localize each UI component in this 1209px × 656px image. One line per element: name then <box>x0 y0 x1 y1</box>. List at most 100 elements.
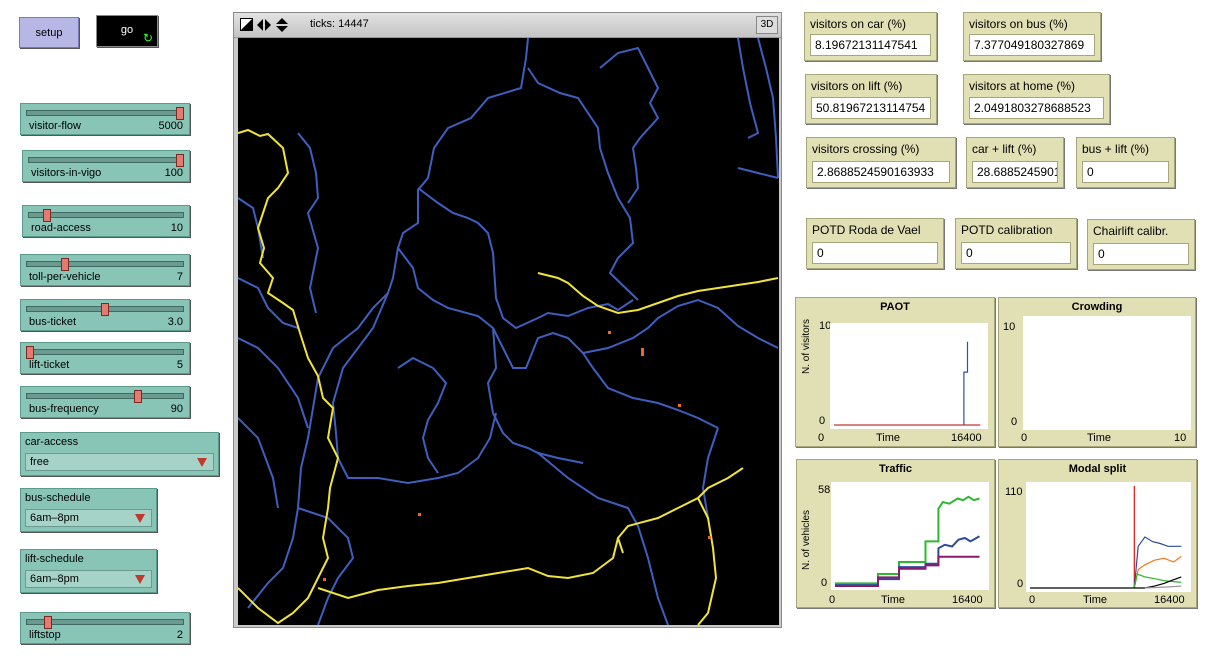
view-toolbar: ticks: 14447 3D <box>234 13 781 38</box>
plot-ymin: 0 <box>1017 578 1024 590</box>
plot-xmax: 16400 <box>951 432 982 444</box>
plot-xlabel: Time <box>1087 432 1112 444</box>
slider-value: 7 <box>176 271 183 283</box>
slider-visitor-flow[interactable]: visitor-flow 5000 <box>20 103 190 135</box>
plot-ymin: 0 <box>821 577 828 589</box>
monitor-value-box: 0 <box>1082 161 1169 183</box>
plot-xmin: 0 <box>1021 432 1028 444</box>
monitor-value-box: 0 <box>812 242 938 264</box>
monitor-value: 0 <box>817 246 824 260</box>
monitor-label: car + lift (%) <box>972 142 1037 156</box>
slider-value: 5000 <box>158 120 183 132</box>
slider-knob[interactable] <box>44 616 52 629</box>
forever-icon: ↻ <box>142 31 153 45</box>
ticks-counter: ticks: 14447 <box>310 18 369 30</box>
slider-label: bus-ticket <box>29 316 77 328</box>
monitor-value-box: 8.19672131147541 <box>810 34 931 56</box>
plot-crowding: Crowding 10 0 0 Time 10 <box>998 297 1196 447</box>
slider-knob[interactable] <box>60 258 69 271</box>
slider-lift-ticket[interactable]: lift-ticket 5 <box>20 342 190 374</box>
monitor-value: 28.68852459016393 <box>977 165 1057 179</box>
slider-value: 3.0 <box>167 316 183 328</box>
slider-knob[interactable] <box>42 209 51 222</box>
slider-label: lift-ticket <box>29 359 70 371</box>
setup-button[interactable]: setup <box>19 17 79 48</box>
slider-track <box>26 261 184 267</box>
plot-xmax: 16400 <box>1154 594 1185 606</box>
chooser-label: car-access <box>25 436 79 448</box>
slider-visitors-in-vigo[interactable]: visitors-in-vigo 100 <box>22 150 190 182</box>
plot-series-line <box>963 341 969 425</box>
plot-xmin: 0 <box>829 594 836 606</box>
chooser-select[interactable]: 6am–8pm <box>25 570 152 588</box>
world-map[interactable] <box>238 38 779 625</box>
chooser-select[interactable]: 6am–8pm <box>25 509 152 527</box>
monitor-label: visitors at home (%) <box>969 79 1076 93</box>
monitor-label: POTD Roda de Vael <box>812 223 921 237</box>
chooser-car-access[interactable]: car-access free <box>20 432 219 476</box>
plot-xlabel: Time <box>881 594 906 606</box>
chooser-label: bus-schedule <box>25 492 91 504</box>
slider-track <box>26 393 184 399</box>
chooser-lift-schedule[interactable]: lift-schedule 6am–8pm <box>20 549 157 593</box>
monitor-label: visitors on bus (%) <box>969 17 1068 31</box>
monitor-value: 50.81967213114754 <box>816 101 926 115</box>
slider-bus-ticket[interactable]: bus-ticket 3.0 <box>20 299 190 331</box>
slider-knob[interactable] <box>26 346 34 359</box>
plot-series-line <box>835 535 980 587</box>
slider-liftstop[interactable]: liftstop 2 <box>20 612 190 644</box>
monitor-bus-plus-lift: bus + lift (%) 0 <box>1076 137 1175 188</box>
monitor-value-box: 0 <box>961 242 1071 264</box>
monitor-value: 2.8688524590163933 <box>817 165 934 179</box>
slider-track <box>28 212 184 218</box>
chooser-value: 6am–8pm <box>30 573 79 585</box>
go-button[interactable]: go ↻ <box>96 15 158 47</box>
chooser-bus-schedule[interactable]: bus-schedule 6am–8pm <box>20 488 157 532</box>
monitor-value-box: 2.8688524590163933 <box>812 161 950 183</box>
view-controls-icon[interactable] <box>240 18 292 32</box>
monitor-value-box: 2.0491803278688523 <box>969 97 1104 119</box>
monitor-value: 2.0491803278688523 <box>974 101 1091 115</box>
plot-traffic: Traffic 58.3 0 N. of vehicles 0 Time 164… <box>796 459 995 608</box>
plot-ylabel: N. of visitors <box>801 318 812 374</box>
monitor-label: Chairlift calibr. <box>1093 224 1169 238</box>
3d-button[interactable]: 3D <box>756 16 778 34</box>
monitor-value: 0 <box>1098 247 1105 261</box>
setup-button-label: setup <box>35 27 63 39</box>
world-view-window: ticks: 14447 3D <box>233 12 782 628</box>
slider-label: road-access <box>31 222 91 234</box>
slider-value: 100 <box>164 167 183 179</box>
chooser-value: free <box>30 456 49 468</box>
plot-title: Crowding <box>1071 301 1123 313</box>
monitor-potd-calibration: POTD calibration 0 <box>955 218 1077 269</box>
plot-ymax: 110 <box>1005 486 1023 498</box>
slider-track <box>28 157 184 163</box>
plot-area <box>1026 482 1191 592</box>
slider-bus-frequency[interactable]: bus-frequency 90 <box>20 386 190 418</box>
plot-modal-split: Modal split 110 0 0 Time 16400 <box>998 459 1197 608</box>
monitor-visitors-on-car: visitors on car (%) 8.19672131147541 <box>804 12 937 61</box>
monitor-visitors-on-lift: visitors on lift (%) 50.81967213114754 <box>805 74 937 124</box>
chooser-value: 6am–8pm <box>30 512 79 524</box>
slider-knob[interactable] <box>134 390 142 403</box>
plot-series-line <box>1030 576 1182 589</box>
chooser-select[interactable]: free <box>25 453 214 471</box>
monitor-value-box: 7.377049180327869 <box>969 34 1095 56</box>
monitor-value: 0 <box>966 246 973 260</box>
slider-value: 90 <box>170 403 183 415</box>
plot-xmin: 0 <box>818 432 825 444</box>
slider-road-access[interactable]: road-access 10 <box>22 205 190 237</box>
monitor-visitors-crossing: visitors crossing (%) 2.8688524590163933 <box>806 137 956 188</box>
plot-series-line <box>1133 556 1182 589</box>
slider-value: 2 <box>176 629 183 641</box>
plot-title: Modal split <box>1068 463 1127 475</box>
monitor-value-box: 28.68852459016393 <box>972 161 1058 183</box>
plot-title: PAOT <box>880 301 910 313</box>
slider-knob[interactable] <box>101 303 109 316</box>
plot-ymin: 0 <box>819 415 826 427</box>
plot-area <box>830 323 988 429</box>
slider-knob[interactable] <box>176 154 184 167</box>
slider-toll-per-vehicle[interactable]: toll-per-vehicle 7 <box>20 254 190 286</box>
slider-knob[interactable] <box>176 107 184 120</box>
slider-track <box>26 110 184 116</box>
